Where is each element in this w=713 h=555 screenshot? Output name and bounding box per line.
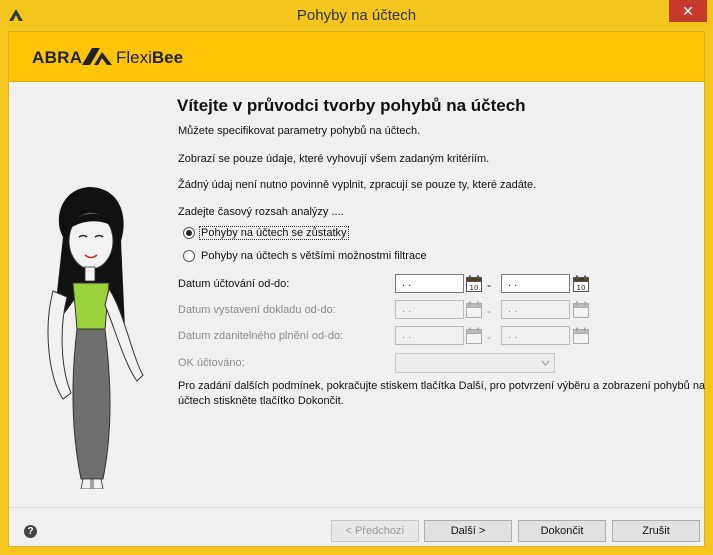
calendar-day-text: 10 xyxy=(470,284,479,292)
brand-header: ABRA FlexiBee xyxy=(9,32,704,82)
ok-posted-select[interactable] xyxy=(395,353,555,373)
range-dash: - xyxy=(487,330,491,344)
taxable-date-label: Datum zdanitelného plnění od-do: xyxy=(178,330,344,342)
instructions-line-1: Pro zadání dalších podmínek, pokračujte … xyxy=(178,380,706,392)
issue-date-to-input[interactable]: . . xyxy=(501,300,570,319)
close-button[interactable]: ✕ xyxy=(669,0,707,22)
calendar-icon[interactable] xyxy=(573,301,589,318)
cancel-button[interactable]: Zrušit xyxy=(612,520,700,542)
range-dash: - xyxy=(487,278,491,292)
radio-filtering[interactable]: Pohyby na účtech s většími možnostmi fil… xyxy=(183,248,428,264)
calendar-icon[interactable] xyxy=(466,301,482,318)
radio-filtering-label[interactable]: Pohyby na účtech s většími možnostmi fil… xyxy=(200,250,428,262)
wizard-content: Vítejte v průvodci tvorby pohybů na účte… xyxy=(9,83,706,507)
taxable-date-to-input[interactable]: . . xyxy=(501,326,570,345)
logo-mark-icon xyxy=(82,48,112,65)
wizard-heading: Vítejte v průvodci tvorby pohybů na účte… xyxy=(177,96,526,115)
title-bar[interactable]: Pohyby na účtech ✕ xyxy=(0,0,713,31)
next-button[interactable]: Další > xyxy=(424,520,512,542)
filter-note-text: Zobrazí se pouze údaje, které vyhovují v… xyxy=(178,153,490,165)
mascot-illustration xyxy=(47,187,144,489)
posting-date-from-input[interactable]: . . xyxy=(395,274,464,293)
logo-flexibee-text: FlexiBee xyxy=(116,48,184,67)
issue-date-from-input[interactable]: . . xyxy=(395,300,464,319)
radio-balances[interactable]: Pohyby na účtech se zůstatky xyxy=(183,225,349,241)
issue-date-label: Datum vystavení dokladu od-do: xyxy=(178,304,336,316)
instructions-line-2: účtech stiskněte tlačítko Dokončit. xyxy=(178,395,344,407)
chevron-down-icon xyxy=(541,360,550,366)
wizard-window: Pohyby na účtech ✕ ABRA FlexiBee Vítejte… xyxy=(0,0,713,555)
window-title: Pohyby na účtech xyxy=(296,7,417,24)
range-dash: - xyxy=(487,304,491,318)
radio-button-unchecked[interactable] xyxy=(183,250,195,262)
radio-balances-label[interactable]: Pohyby na účtech se zůstatky xyxy=(199,226,349,240)
finish-button[interactable]: Dokončit xyxy=(518,520,606,542)
optional-note-text: Žádný údaj není nutno povinně vyplnit, z… xyxy=(178,179,537,191)
calendar-icon[interactable]: 10 xyxy=(466,275,482,292)
calendar-day-text: 10 xyxy=(577,284,586,292)
range-prompt-text: Zadejte časový rozsah analýzy .... xyxy=(178,206,344,218)
wizard-frame: ABRA FlexiBee Vítejte v průvodci tvorby … xyxy=(8,31,705,547)
calendar-icon[interactable] xyxy=(466,327,482,344)
calendar-icon[interactable] xyxy=(573,327,589,344)
help-icon[interactable]: ? xyxy=(24,525,37,538)
ok-posted-label: OK účtováno: xyxy=(178,357,245,369)
taxable-date-from-input[interactable]: . . xyxy=(395,326,464,345)
intro-text: Můžete specifikovat parametry pohybů na … xyxy=(178,125,421,137)
logo-abra-text: ABRA xyxy=(32,48,83,67)
previous-button[interactable]: < Předchozí xyxy=(331,520,419,542)
posting-date-label: Datum účtování od-do: xyxy=(178,278,290,290)
calendar-icon[interactable]: 10 xyxy=(573,275,589,292)
wizard-footer: ? < Předchozí Další > Dokončit Zrušit xyxy=(9,507,704,546)
posting-date-to-input[interactable]: . . xyxy=(501,274,570,293)
radio-button-checked[interactable] xyxy=(183,227,195,239)
